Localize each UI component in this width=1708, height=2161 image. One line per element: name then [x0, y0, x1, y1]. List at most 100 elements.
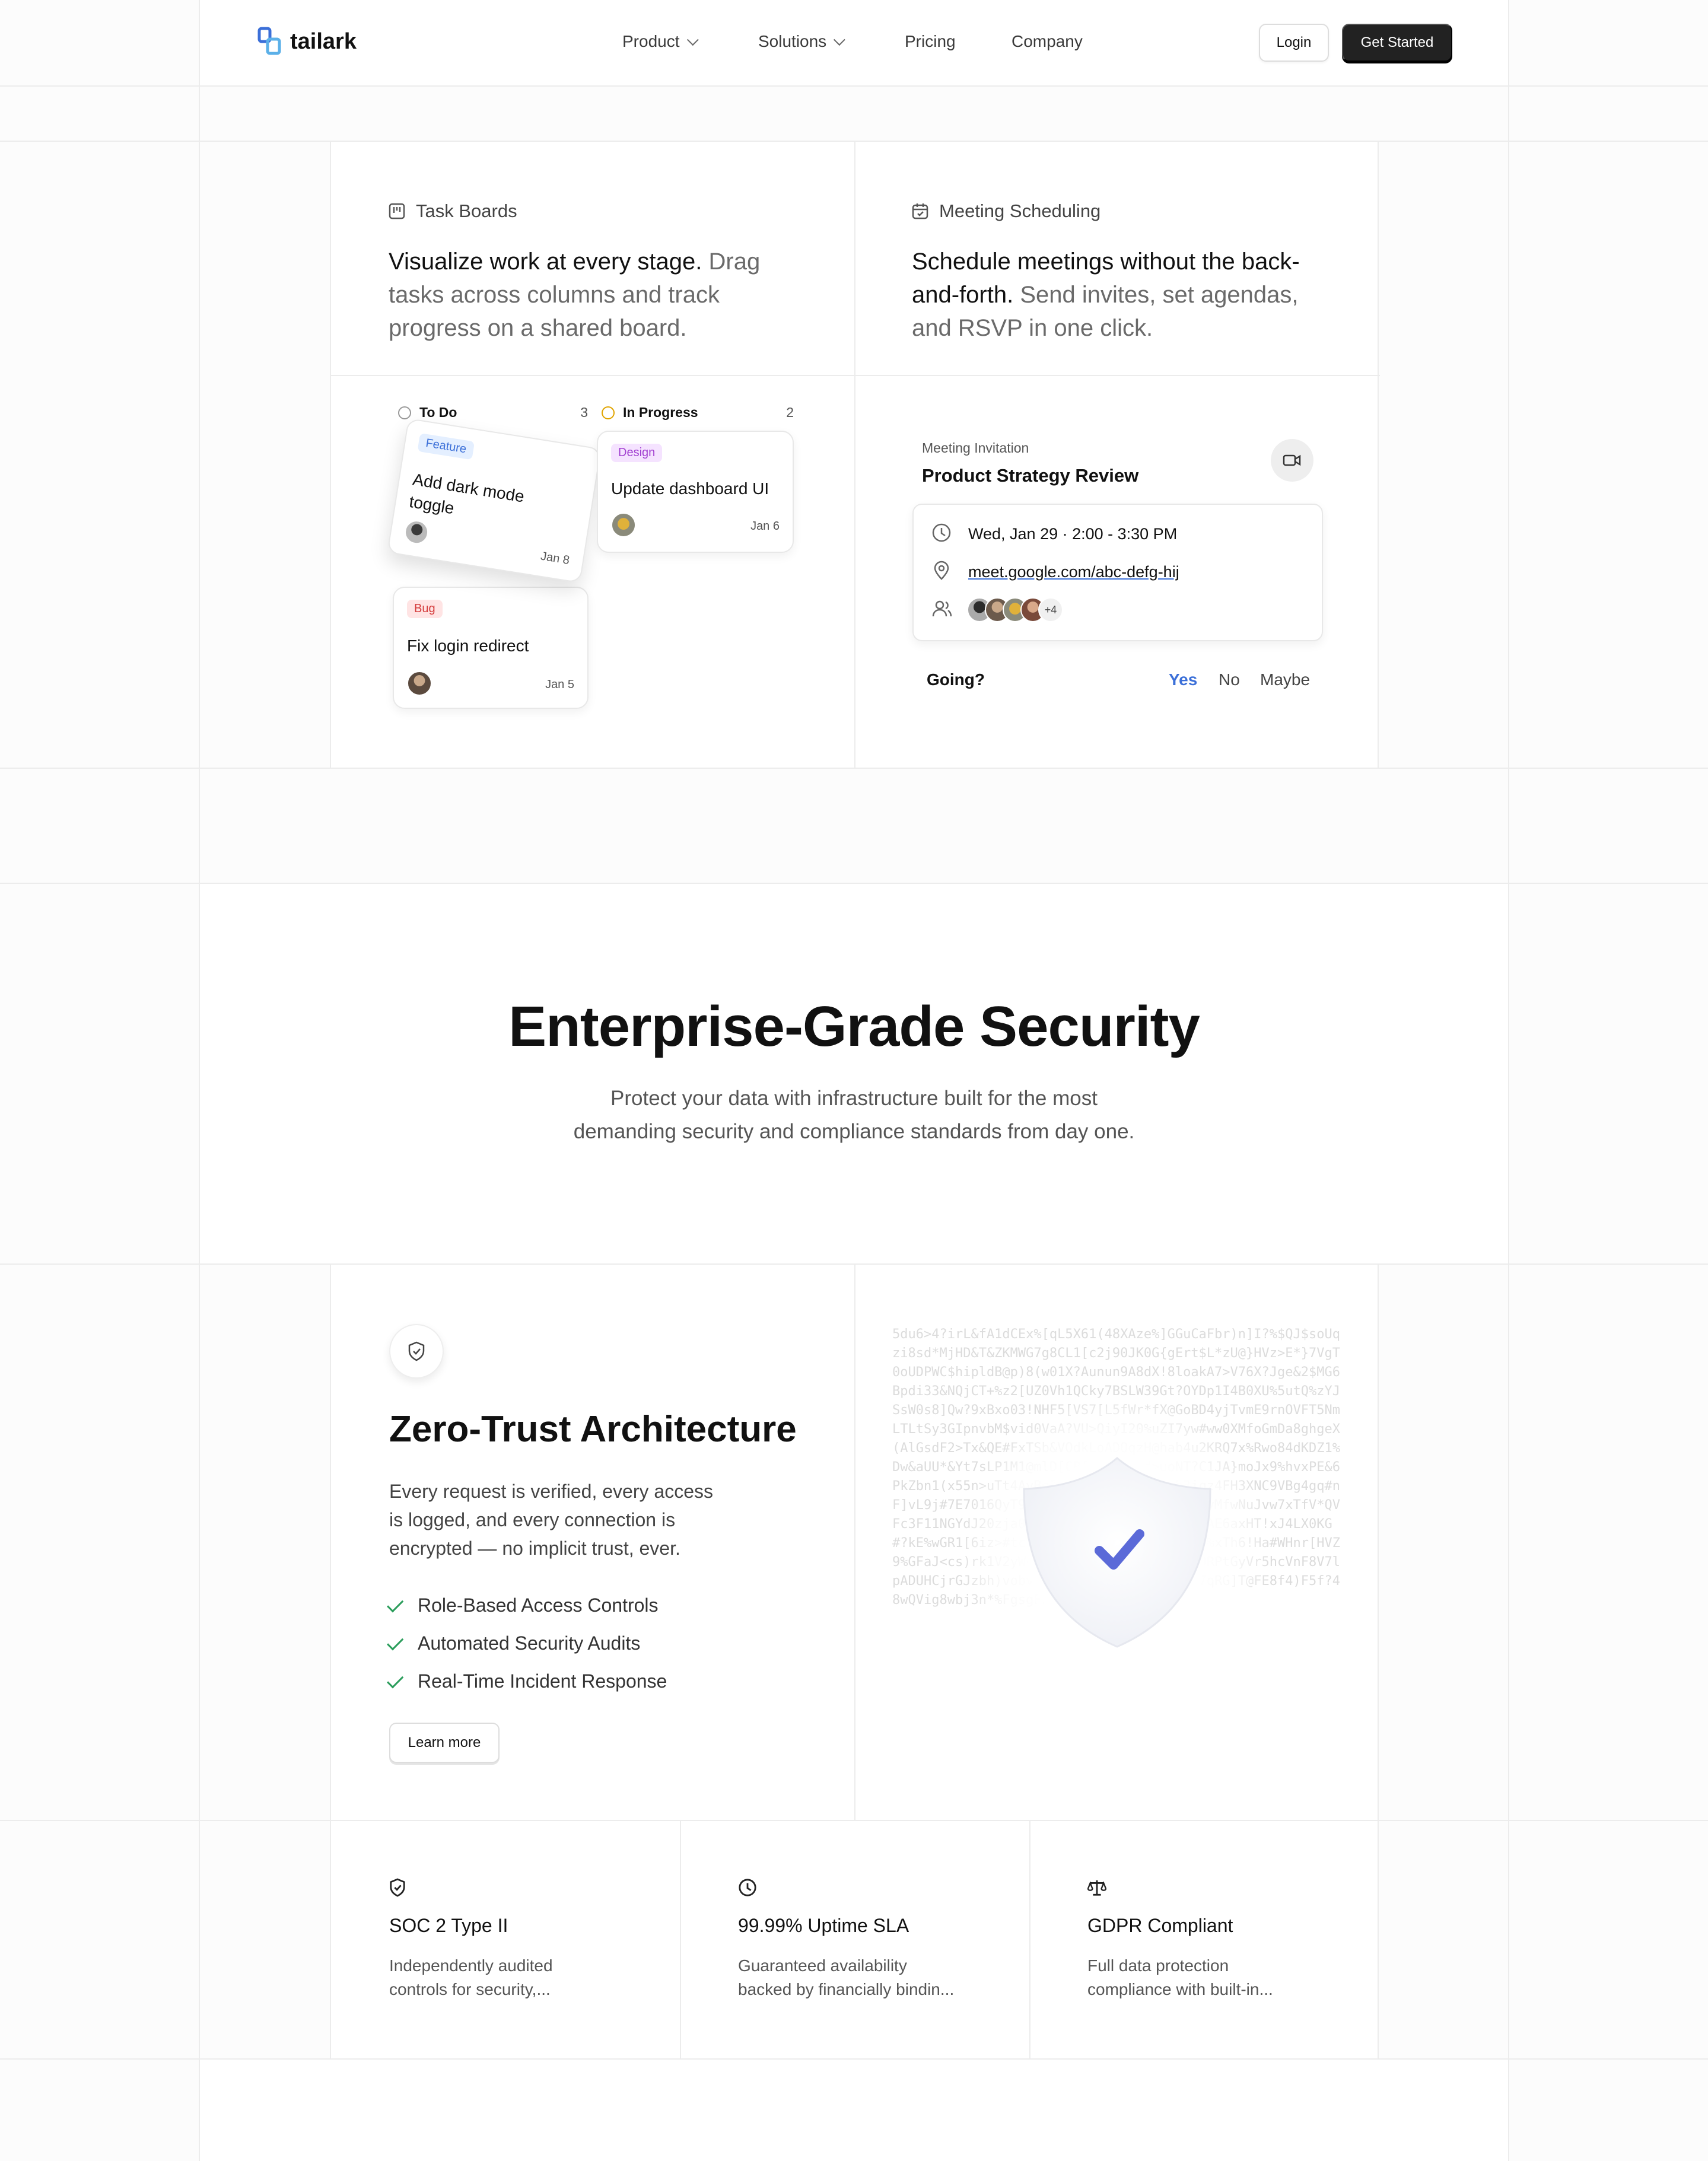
- feature-headline-meeting: Schedule meetings without the back-and-f…: [912, 245, 1327, 345]
- feature-label-text: Task Boards: [416, 200, 517, 221]
- meeting-title: Product Strategy Review: [922, 465, 1139, 486]
- stat-desc-line: compliance with built-in...: [1087, 1980, 1273, 1998]
- avatar: [611, 513, 636, 537]
- stat-title: 99.99% Uptime SLA: [738, 1915, 909, 1936]
- stat-title: GDPR Compliant: [1087, 1915, 1233, 1936]
- checklist-item: Automated Security Audits: [387, 1632, 641, 1654]
- shield-icon: [390, 1878, 405, 1897]
- meeting-datetime: Wed, Jan 29 · 2:00 - 3:30 PM: [968, 525, 1178, 543]
- meeting-details-card: Wed, Jan 29 · 2:00 - 3:30 PM meet.google…: [912, 504, 1323, 641]
- stat-desc-line: Full data protection: [1087, 1956, 1229, 1975]
- nav-link-product[interactable]: Product: [622, 32, 699, 51]
- checklist-item: Real-Time Incident Response: [387, 1670, 667, 1692]
- checklist-label: Role-Based Access Controls: [418, 1595, 659, 1616]
- attendees-icon: [932, 600, 952, 617]
- checklist-item: Role-Based Access Controls: [387, 1595, 659, 1616]
- column-header-in-progress: In Progress 2: [602, 405, 794, 421]
- zero-trust-desc-line: is logged, and every connection is: [389, 1509, 676, 1530]
- nav-link-label: Pricing: [905, 32, 956, 50]
- feature-headline-task-boards: Visualize work at every stage. Drag task…: [389, 245, 798, 345]
- kanban-board: To Do 3 In Progress 2 Bug Fix login redi…: [331, 376, 854, 768]
- meeting-invitation: Meeting Invitation Product Strategy Revi…: [855, 376, 1380, 768]
- zero-trust-desc-line: Every request is verified, every access: [389, 1481, 713, 1502]
- video-icon: [1283, 454, 1301, 466]
- checklist-label: Real-Time Incident Response: [418, 1670, 667, 1692]
- tag-bug: Bug: [407, 600, 443, 618]
- avatar: [403, 518, 430, 546]
- avatar: [407, 671, 432, 696]
- checkmark-icon: [387, 1633, 404, 1650]
- task-title: Update dashboard UI: [611, 479, 769, 498]
- video-call-button[interactable]: [1271, 439, 1313, 482]
- nav-link-solutions[interactable]: Solutions: [758, 32, 845, 51]
- logo-icon: [257, 27, 281, 55]
- location-pin-icon: [934, 561, 949, 580]
- chevron-down-icon: [686, 34, 699, 46]
- task-title: Fix login redirect: [407, 636, 529, 655]
- security-subtitle-line-1: Protect your data with infrastructure bu…: [610, 1087, 1098, 1110]
- headline-strong: Visualize work at every stage.: [389, 249, 702, 275]
- security-subtitle-line-2: demanding security and compliance standa…: [573, 1120, 1135, 1143]
- checkmark-icon: [387, 1595, 404, 1612]
- panel-divider: [854, 1265, 855, 1820]
- meeting-link[interactable]: meet.google.com/abc-defg-hij: [968, 563, 1179, 581]
- stat-card-gdpr: GDPR Compliant Full data protection comp…: [1030, 1821, 1380, 2058]
- security-title: Enterprise-Grade Security: [508, 995, 1200, 1058]
- task-date: Jan 8: [539, 549, 571, 567]
- stat-card-soc2: SOC 2 Type II Independently audited cont…: [331, 1821, 680, 2058]
- checkmark-icon: [387, 1671, 404, 1688]
- tag-feature: Feature: [417, 433, 475, 460]
- stat-desc-line: Guaranteed availability: [738, 1956, 907, 1975]
- brand-logo[interactable]: tailark: [257, 26, 357, 57]
- checklist-label: Automated Security Audits: [418, 1632, 641, 1654]
- features-section: Task Boards Visualize work at every stag…: [330, 142, 1380, 768]
- nav-link-label: Product: [622, 32, 680, 50]
- stat-desc-line: controls for security,...: [389, 1980, 551, 1998]
- stat-desc-line: Independently audited: [389, 1956, 553, 1975]
- clock-icon: [932, 523, 951, 542]
- nav-link-label: Company: [1012, 32, 1083, 50]
- calendar-icon: [912, 203, 928, 219]
- stat-card-uptime: 99.99% Uptime SLA Guaranteed availabilit…: [681, 1821, 1029, 2058]
- footer-spacer-panel: [200, 2060, 1508, 2161]
- brand-name: tailark: [290, 28, 357, 54]
- stat-title: SOC 2 Type II: [389, 1915, 508, 1936]
- feature-label-meeting: Meeting Scheduling: [912, 200, 1101, 222]
- security-hero: Enterprise-Grade Security Protect your d…: [200, 884, 1508, 1263]
- nav-link-company[interactable]: Company: [1012, 32, 1083, 51]
- feature-label-task-boards: Task Boards: [389, 200, 517, 222]
- task-card[interactable]: Bug Fix login redirect Jan 5: [393, 587, 589, 709]
- login-button[interactable]: Login: [1259, 24, 1329, 62]
- column-title: In Progress: [623, 405, 698, 420]
- zero-trust-title: Zero-Trust Architecture: [389, 1409, 797, 1450]
- task-card-dragging[interactable]: Feature Add dark mode toggle Jan 8: [387, 418, 602, 584]
- column-count: 2: [786, 405, 794, 420]
- nav-link-pricing[interactable]: Pricing: [905, 32, 956, 51]
- rsvp-maybe-button[interactable]: Maybe: [1260, 670, 1310, 689]
- clock-icon: [739, 1879, 756, 1896]
- compliance-stats: SOC 2 Type II Independently audited cont…: [330, 1821, 1379, 2058]
- feature-label-text: Meeting Scheduling: [939, 200, 1101, 221]
- rsvp-no-button[interactable]: No: [1219, 670, 1240, 689]
- column-count: 3: [580, 405, 588, 420]
- get-started-button[interactable]: Get Started: [1342, 24, 1452, 62]
- rsvp-yes-button[interactable]: Yes: [1169, 670, 1197, 689]
- in-progress-clock-icon: [602, 406, 615, 419]
- column-title: To Do: [419, 405, 457, 420]
- task-title: Add dark mode toggle: [408, 470, 526, 518]
- task-card[interactable]: Design Update dashboard UI Jan 6: [597, 431, 794, 553]
- zero-trust-badge: [389, 1324, 444, 1379]
- extra-attendees-count: +4: [1038, 597, 1063, 622]
- column-header-todo: To Do 3: [398, 405, 588, 421]
- learn-more-button[interactable]: Learn more: [389, 1723, 500, 1763]
- security-shield-illustration: [1023, 1457, 1211, 1648]
- meeting-eyebrow: Meeting Invitation: [922, 440, 1029, 456]
- nav-link-label: Solutions: [758, 32, 827, 50]
- attendee-avatars[interactable]: +4: [967, 597, 1086, 623]
- shield-check-icon: [408, 1341, 425, 1361]
- rsvp-question: Going?: [927, 670, 985, 689]
- task-date: Jan 5: [545, 678, 574, 691]
- task-date: Jan 6: [750, 520, 780, 533]
- chevron-down-icon: [834, 34, 845, 46]
- scale-icon: [1087, 1880, 1106, 1896]
